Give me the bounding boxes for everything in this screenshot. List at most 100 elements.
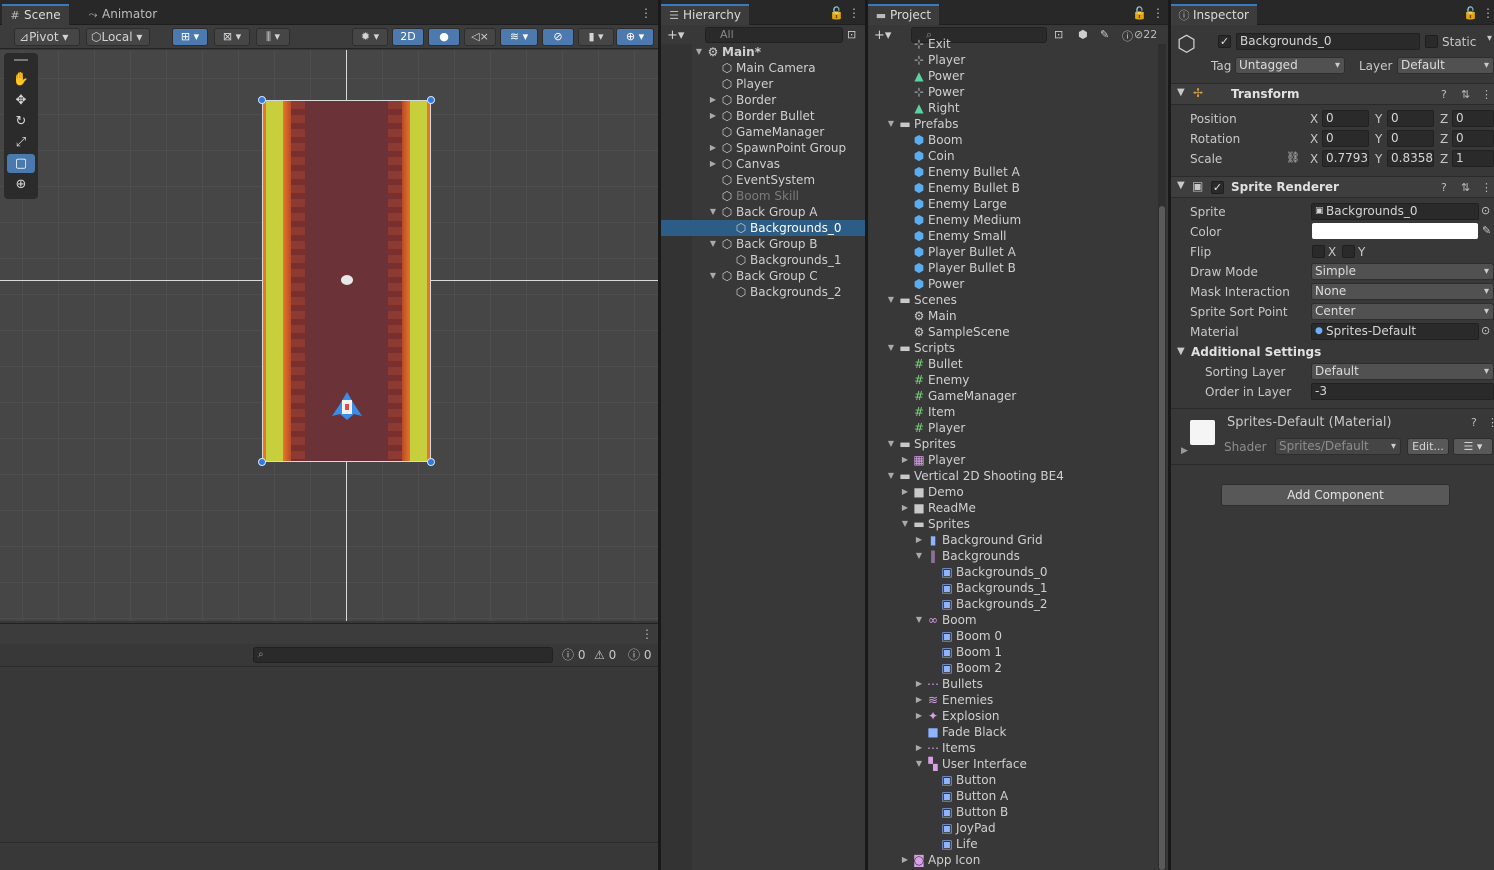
more-menu-icon[interactable]: ⋮: [1482, 6, 1494, 20]
scale-x-field[interactable]: 0.7793: [1322, 150, 1369, 167]
expanded-arrow-icon[interactable]: ▼: [886, 292, 896, 308]
project-row[interactable]: ⊹ Exit: [868, 36, 1168, 52]
hierarchy-row[interactable]: ▼ ⬡ Back Group C: [661, 268, 865, 284]
tab-scene[interactable]: # Scene: [2, 4, 69, 25]
project-row[interactable]: ▼ ▬ Vertical 2D Shooting BE4: [868, 468, 1168, 484]
more-menu-icon[interactable]: ⋮: [1152, 6, 1164, 20]
collapsed-arrow-icon[interactable]: ▶: [900, 852, 910, 868]
hand-tool-icon[interactable]: ✋: [7, 70, 35, 89]
project-row[interactable]: ▶ ≋ Enemies: [868, 692, 1168, 708]
draw-mode-dropdown[interactable]: Simple: [1311, 263, 1494, 280]
object-picker-icon[interactable]: ⊙: [1481, 204, 1490, 217]
create-dropdown[interactable]: +▾: [667, 28, 684, 43]
collapsed-arrow-icon[interactable]: ▶: [900, 500, 910, 516]
draw-mode-button[interactable]: ✹ ▾: [352, 28, 388, 46]
flip-y-checkbox[interactable]: [1342, 245, 1355, 258]
increment-snap-button[interactable]: ⫼ ▾: [256, 28, 290, 46]
expanded-arrow-icon[interactable]: ▼: [886, 340, 896, 356]
lock-icon[interactable]: 🔓: [829, 6, 844, 20]
hierarchy-row[interactable]: ⬡ Boom Skill: [661, 188, 865, 204]
rect-tool-icon[interactable]: ▢: [7, 154, 35, 173]
position-z-field[interactable]: 0: [1452, 110, 1494, 127]
project-row[interactable]: ⬢ Enemy Medium: [868, 212, 1168, 228]
move-tool-icon[interactable]: ✥: [7, 91, 35, 110]
hierarchy-row[interactable]: ▶ ⬡ Border: [661, 92, 865, 108]
effects-dropdown[interactable]: ≋ ▾: [500, 28, 538, 46]
project-row[interactable]: ⬢ Enemy Bullet A: [868, 164, 1168, 180]
expanded-arrow-icon[interactable]: ▼: [900, 516, 910, 532]
project-row[interactable]: ⬢ Boom: [868, 132, 1168, 148]
search-filter-icon[interactable]: ⊡: [847, 28, 856, 41]
project-row[interactable]: ▣ Button B: [868, 804, 1168, 820]
transform-header[interactable]: ▼ ✢ Transform ? ⇅ ⋮: [1171, 83, 1494, 105]
static-checkbox[interactable]: [1425, 35, 1438, 48]
pivot-dropdown[interactable]: ⊿Pivot ▾: [14, 28, 80, 46]
collapsed-arrow-icon[interactable]: ▶: [914, 676, 924, 692]
collapsed-arrow-icon[interactable]: ▶: [914, 692, 924, 708]
collapsed-arrow-icon[interactable]: ▶: [708, 140, 718, 156]
project-row[interactable]: ▼ ▬ Scripts: [868, 340, 1168, 356]
component-preset-icon[interactable]: ⇅: [1461, 88, 1470, 101]
rect-handle-top-right[interactable]: [427, 96, 435, 104]
project-row[interactable]: ⬢ Player Bullet A: [868, 244, 1168, 260]
hierarchy-row[interactable]: ⬡ Backgrounds_0: [661, 220, 865, 236]
project-row[interactable]: ▶ ■ Demo: [868, 484, 1168, 500]
console-search-input[interactable]: ⌕: [253, 647, 553, 663]
foldout-arrow-icon[interactable]: ▼: [1177, 180, 1185, 191]
project-row[interactable]: ⊹ Power: [868, 84, 1168, 100]
project-row[interactable]: ▲ Right: [868, 100, 1168, 116]
component-menu-icon[interactable]: ⋮: [1481, 88, 1492, 101]
rect-handle-bottom-right[interactable]: [427, 458, 435, 466]
project-row[interactable]: # Item: [868, 404, 1168, 420]
project-row[interactable]: ▣ Backgrounds_2: [868, 596, 1168, 612]
project-row[interactable]: ▼ ▚ User Interface: [868, 756, 1168, 772]
audio-toggle[interactable]: ◁×: [464, 28, 496, 46]
project-row[interactable]: ▣ Boom 2: [868, 660, 1168, 676]
project-row[interactable]: ▣ JoyPad: [868, 820, 1168, 836]
hierarchy-row[interactable]: ▼ ⚙ Main*: [661, 44, 865, 60]
project-row[interactable]: ▶ ▦ Player: [868, 452, 1168, 468]
hierarchy-row[interactable]: ⬡ EventSystem: [661, 172, 865, 188]
foldout-arrow-icon[interactable]: ▼: [1177, 346, 1185, 357]
component-help-icon[interactable]: ?: [1441, 88, 1447, 101]
project-row[interactable]: # Bullet: [868, 356, 1168, 372]
project-row[interactable]: ⊹ Player: [868, 52, 1168, 68]
project-row[interactable]: ▶ ■ ReadMe: [868, 500, 1168, 516]
project-row[interactable]: # GameManager: [868, 388, 1168, 404]
project-row[interactable]: ▼ ▬ Scenes: [868, 292, 1168, 308]
eyedropper-icon[interactable]: ✎: [1482, 224, 1491, 237]
project-row[interactable]: ▣ Boom 0: [868, 628, 1168, 644]
flip-x-checkbox[interactable]: [1312, 245, 1325, 258]
warning-count-badge[interactable]: ⚠ 0: [594, 646, 616, 664]
pivot-gizmo-icon[interactable]: [341, 275, 353, 285]
project-row[interactable]: ▲ Power: [868, 68, 1168, 84]
hierarchy-row[interactable]: ⬡ Player: [661, 76, 865, 92]
project-row[interactable]: ▼ ▬ Sprites: [868, 436, 1168, 452]
component-help-icon[interactable]: ?: [1441, 181, 1447, 194]
collapsed-arrow-icon[interactable]: ▶: [914, 532, 924, 548]
collapsed-arrow-icon[interactable]: ▶: [914, 740, 924, 756]
more-menu-icon[interactable]: ⋮: [848, 6, 860, 20]
scene-visibility-toggle[interactable]: ⊘: [542, 28, 574, 46]
tag-dropdown[interactable]: Untagged: [1235, 57, 1345, 74]
shader-dropdown[interactable]: Sprites/Default: [1275, 438, 1401, 455]
active-checkbox[interactable]: ✓: [1218, 35, 1231, 48]
mask-interaction-dropdown[interactable]: None: [1311, 283, 1494, 300]
order-in-layer-field[interactable]: -3: [1311, 383, 1494, 400]
project-row[interactable]: ▣ Backgrounds_0: [868, 564, 1168, 580]
camera-dropdown[interactable]: ▮ ▾: [578, 28, 614, 46]
project-row[interactable]: ▼ ‖ Backgrounds: [868, 548, 1168, 564]
hierarchy-row[interactable]: ⬡ Backgrounds_1: [661, 252, 865, 268]
expanded-arrow-icon[interactable]: ▼: [694, 44, 704, 60]
tab-project[interactable]: ▬ Project: [868, 4, 940, 25]
project-row[interactable]: ▣ Life: [868, 836, 1168, 852]
hierarchy-row[interactable]: ▼ ⬡ Back Group A: [661, 204, 865, 220]
grid-visibility-button[interactable]: ⊠ ▾: [214, 28, 250, 46]
expanded-arrow-icon[interactable]: ▼: [708, 268, 718, 284]
project-row[interactable]: ⬢ Player Bullet B: [868, 260, 1168, 276]
hierarchy-search-input[interactable]: All: [705, 27, 843, 43]
error-count-badge[interactable]: ⓘ 0: [628, 646, 651, 664]
material-object-field[interactable]: ● Sprites-Default: [1311, 323, 1479, 340]
object-name-field[interactable]: Backgrounds_0: [1236, 33, 1420, 50]
transform-tool-icon[interactable]: ⊕: [7, 175, 35, 194]
